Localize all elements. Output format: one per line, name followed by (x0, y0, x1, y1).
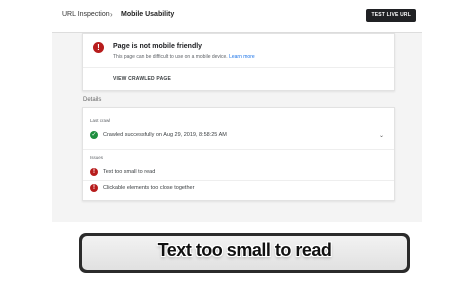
crawl-status-text: Crawled successfully on Aug 29, 2019, 8:… (103, 132, 227, 138)
issue-text: Clickable elements too close together (103, 185, 195, 191)
last-crawl-label: Last crawl (90, 118, 111, 123)
caption-inner: Text too small to read (82, 236, 407, 270)
error-icon: ! (93, 42, 104, 53)
breadcrumb-url-inspection[interactable]: URL Inspection (62, 11, 110, 18)
issues-label: Issues (90, 155, 104, 160)
top-bar: URL Inspection › Mobile Usability TEST L… (52, 0, 422, 33)
search-console-screenshot: URL Inspection › Mobile Usability TEST L… (52, 0, 422, 222)
breadcrumb-separator-icon: › (110, 10, 113, 19)
caption-text: Text too small to read (157, 240, 332, 260)
issue-text: Text too small to read (103, 169, 156, 175)
caption-banner: Text too small to read (79, 233, 410, 273)
divider (83, 67, 394, 68)
details-heading: Details (83, 97, 102, 103)
chevron-down-icon[interactable]: ⌄ (379, 132, 384, 139)
details-card: Last crawl ✓ Crawled successfully on Aug… (82, 107, 395, 201)
learn-more-link[interactable]: Learn more (229, 54, 255, 60)
status-subtitle-text: This page can be difficult to use on a m… (113, 54, 228, 60)
view-crawled-page-button[interactable]: VIEW CRAWLED PAGE (113, 76, 171, 82)
divider (83, 149, 394, 150)
error-icon: ! (90, 184, 98, 192)
mobile-friendly-status-card: ! Page is not mobile friendly This page … (82, 33, 395, 91)
status-subtitle: This page can be difficult to use on a m… (113, 54, 255, 60)
test-live-url-button[interactable]: TEST LIVE URL (366, 9, 416, 22)
check-icon: ✓ (90, 131, 98, 139)
root: URL Inspection › Mobile Usability TEST L… (0, 0, 474, 284)
status-title: Page is not mobile friendly (113, 43, 203, 50)
breadcrumb-mobile-usability: Mobile Usability (121, 11, 175, 18)
divider (83, 180, 394, 181)
error-icon: ! (90, 168, 98, 176)
